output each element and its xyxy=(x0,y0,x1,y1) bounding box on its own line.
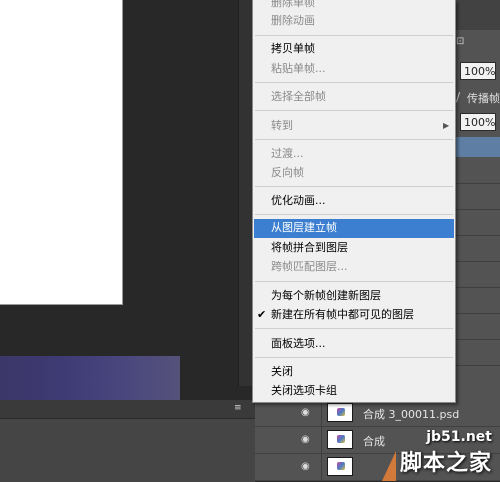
row-divider xyxy=(455,365,500,366)
eye-icon[interactable]: ◉ xyxy=(301,461,310,472)
layer-row[interactable]: ◉ 合成 3_00011.psd xyxy=(255,400,500,427)
propagate-checkbox[interactable]: ∕ xyxy=(456,90,460,104)
document-page xyxy=(0,0,123,305)
lock-icon[interactable]: ⊡ xyxy=(456,36,464,47)
layer-thumbnail xyxy=(327,403,353,422)
menu-item-make-frames-from-layers[interactable]: 从图层建立帧 xyxy=(271,219,337,237)
timeline-panel-menu-icon[interactable]: ≡ xyxy=(234,403,242,413)
menu-separator xyxy=(255,357,453,358)
menu-item-match-layer-across-frames[interactable]: 跨帧匹配图层... xyxy=(271,258,348,276)
propagate-frame-label[interactable]: 传播帧 xyxy=(467,90,500,106)
menu-item-optimize-animation[interactable]: 优化动画... xyxy=(271,192,326,210)
layer-name[interactable]: 合成 3_00011.psd xyxy=(363,406,459,422)
menu-item-delete-frame[interactable]: 删除单帧 xyxy=(271,0,315,12)
row-divider xyxy=(455,339,500,340)
menu-item-new-layers-visible-all-frames[interactable]: 新建在所有帧中都可见的图层 xyxy=(271,306,414,324)
menu-item-delete-animation[interactable]: 删除动画 xyxy=(271,12,315,30)
watermark: jb51.net 脚本之家 xyxy=(381,429,492,481)
opacity-field[interactable]: 100% xyxy=(460,62,496,80)
menu-item-panel-options[interactable]: 面板选项... xyxy=(271,335,326,353)
watermark-triangle-icon xyxy=(381,451,396,481)
menu-separator xyxy=(255,281,453,282)
layer-thumbnail xyxy=(327,457,353,476)
row-divider xyxy=(455,183,500,184)
row-divider xyxy=(455,209,500,210)
checkmark-icon: ✔ xyxy=(257,308,267,321)
menu-separator xyxy=(255,82,453,83)
row-divider xyxy=(455,235,500,236)
menu-separator xyxy=(255,214,453,215)
menu-item-tween[interactable]: 过渡... xyxy=(271,145,304,163)
watermark-url: jb51.net xyxy=(426,429,492,445)
timeline-flyout-menu: 删除单帧 删除动画 拷贝单帧 粘贴单帧... 选择全部帧 转到 ▶ 过渡... … xyxy=(252,0,456,403)
fill-field[interactable]: 100% xyxy=(460,113,496,131)
layer-name[interactable]: 合成 xyxy=(363,433,385,449)
submenu-arrow-icon: ▶ xyxy=(443,121,450,130)
watermark-brand: 脚本之家 xyxy=(399,451,492,476)
menu-item-paste-frame[interactable]: 粘贴单帧... xyxy=(271,60,326,78)
menu-separator xyxy=(255,110,453,111)
eye-icon[interactable]: ◉ xyxy=(301,434,310,445)
menu-separator xyxy=(255,35,453,36)
menu-item-select-all-frames[interactable]: 选择全部帧 xyxy=(271,88,326,106)
menu-item-close-tab-group[interactable]: 关闭选项卡组 xyxy=(271,382,337,400)
menu-separator xyxy=(255,328,453,329)
menu-item-reverse-frames[interactable]: 反向帧 xyxy=(271,164,304,182)
timeline-toolbar xyxy=(0,400,255,419)
menu-item-flatten-frames-into-layers[interactable]: 将帧拼合到图层 xyxy=(271,239,348,257)
layer-thumbnail xyxy=(327,430,353,449)
menu-separator xyxy=(255,139,453,140)
menu-separator xyxy=(255,186,453,187)
menu-item-go-to[interactable]: 转到 xyxy=(271,117,293,135)
selected-layer-row[interactable] xyxy=(455,137,500,157)
eye-icon[interactable]: ◉ xyxy=(301,407,310,418)
row-divider xyxy=(455,313,500,314)
row-divider xyxy=(455,287,500,288)
row-divider xyxy=(455,261,500,262)
menu-item-create-new-layer-each-frame[interactable]: 为每个新帧创建新图层 xyxy=(271,287,381,305)
menu-item-copy-frame[interactable]: 拷贝单帧 xyxy=(271,40,315,58)
menu-item-close[interactable]: 关闭 xyxy=(271,363,293,381)
